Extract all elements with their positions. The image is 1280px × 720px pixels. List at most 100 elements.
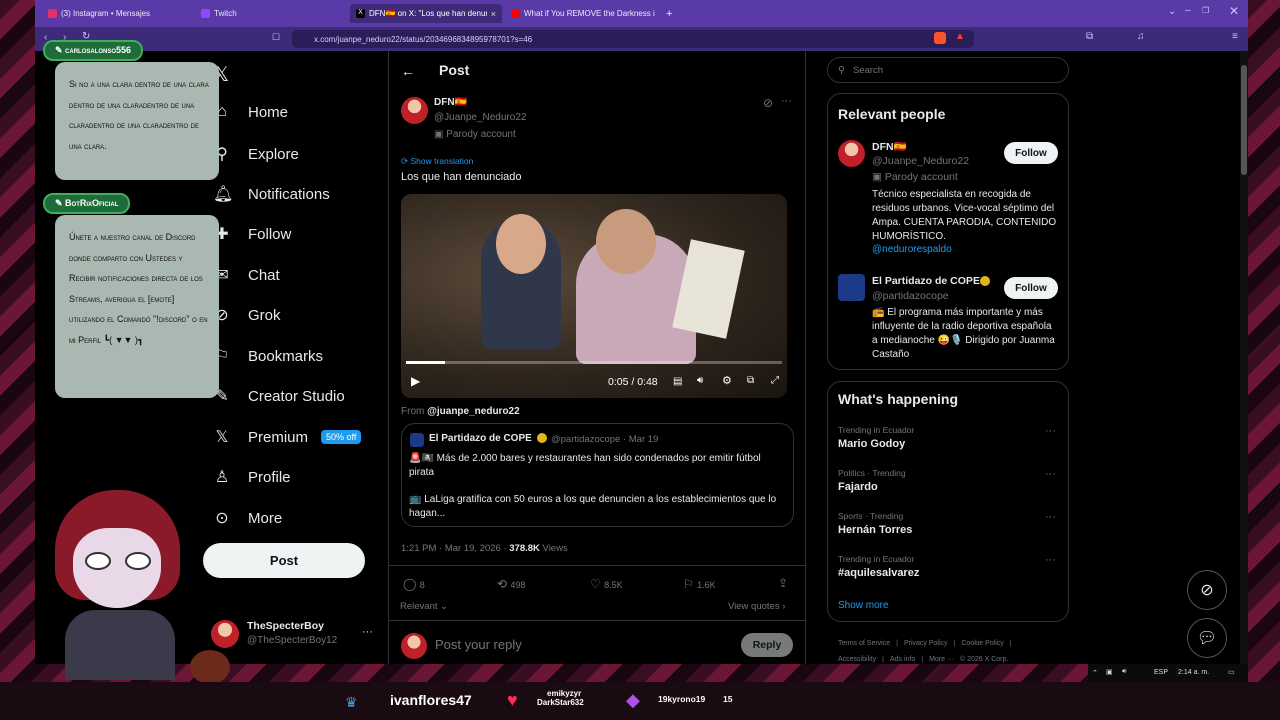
follow-button[interactable]: Follow bbox=[1004, 277, 1058, 299]
chat-username: ✎ BotRixOficial bbox=[43, 193, 131, 214]
person-avatar[interactable] bbox=[838, 274, 865, 301]
author-avatar[interactable] bbox=[401, 97, 428, 124]
parody-icon: ▣ bbox=[872, 171, 885, 183]
chat-float-icon[interactable]: 💬︎ bbox=[1187, 618, 1227, 658]
pip-icon[interactable]: ⧉ bbox=[747, 375, 754, 386]
show-translation-link[interactable]: Show translation bbox=[410, 156, 473, 166]
follow-button[interactable]: Follow bbox=[1004, 142, 1058, 164]
person-avatar[interactable] bbox=[838, 140, 865, 167]
author-name[interactable]: DFN🇪🇸 bbox=[434, 97, 467, 108]
nav-bookmarks[interactable]: ⚐ Bookmarks bbox=[213, 346, 323, 366]
grok-float-icon[interactable]: ⊘ bbox=[1187, 570, 1227, 610]
back-arrow-icon[interactable]: ← bbox=[401, 63, 415, 79]
trend-item[interactable]: Fajardo bbox=[838, 481, 878, 493]
chevron-right-icon: › bbox=[779, 601, 786, 612]
nav-grok[interactable]: ⊘ Grok bbox=[213, 305, 280, 325]
minimize-icon[interactable]: – bbox=[1185, 5, 1191, 16]
network-icon[interactable]: ▣ bbox=[1106, 668, 1113, 676]
captions-icon[interactable]: ▤ bbox=[673, 376, 682, 387]
reply-action[interactable]: ◯ 8 bbox=[403, 577, 425, 591]
share-icon[interactable]: ⇪ bbox=[778, 576, 788, 590]
person-handle: @partidazocope bbox=[872, 290, 949, 302]
privacy-link[interactable]: Privacy Policy bbox=[904, 640, 948, 647]
tab-twitch[interactable]: Twitch bbox=[195, 4, 345, 23]
ads-info-link[interactable]: Ads info bbox=[890, 656, 915, 663]
avatar[interactable] bbox=[211, 620, 239, 648]
account-menu-icon[interactable]: ··· bbox=[362, 626, 373, 638]
like-action[interactable]: ♡ 8.5K bbox=[590, 577, 623, 591]
trend-item[interactable]: Mario Godoy bbox=[838, 438, 905, 450]
video-progress-track[interactable] bbox=[406, 361, 782, 364]
nav-more[interactable]: ⊙ More bbox=[213, 508, 282, 528]
trend-more-icon[interactable]: ··· bbox=[1045, 468, 1056, 480]
volume-icon[interactable]: 🔊︎ bbox=[697, 375, 703, 386]
tab-youtube[interactable]: What if You REMOVE the Darkness in bbox=[505, 4, 655, 23]
close-tab-icon[interactable]: × bbox=[491, 9, 496, 19]
rewards-icon[interactable]: ▲ bbox=[955, 31, 965, 42]
post-button[interactable]: Post bbox=[203, 543, 365, 578]
video-player[interactable]: ▶ 0:05 / 0:48 ▤ 🔊︎ ⚙ ⧉ ⤢ bbox=[401, 194, 787, 398]
volume-icon[interactable]: 🔊︎ bbox=[1122, 668, 1126, 676]
bookmark-action[interactable]: ⚐ 1.6K bbox=[683, 577, 716, 591]
person-name[interactable]: El Partidazo de COPE bbox=[872, 275, 980, 287]
tab-instagram[interactable]: (3) Instagram • Mensajes bbox=[42, 4, 192, 23]
nav-notifications[interactable]: 🔔︎ Notifications bbox=[213, 184, 330, 204]
settings-icon[interactable]: ⚙ bbox=[722, 374, 732, 387]
music-icon[interactable]: ♫ bbox=[1137, 31, 1145, 42]
repost-action[interactable]: ⟲ 498 bbox=[497, 577, 525, 591]
search-icon: ⚲ bbox=[838, 64, 845, 76]
accessibility-link[interactable]: Accessibility bbox=[838, 656, 876, 663]
url-field[interactable]: x.com/juanpe_neduro22/status/20346968348… bbox=[292, 30, 974, 48]
show-more-link[interactable]: Show more bbox=[838, 600, 889, 611]
nav-premium[interactable]: 𝕏 Premium 50% off bbox=[213, 427, 362, 447]
brave-shield-icon[interactable] bbox=[934, 32, 946, 44]
terms-link[interactable]: Terms of Service bbox=[838, 640, 890, 647]
view-quotes-link[interactable]: View quotes › bbox=[728, 601, 785, 612]
close-window-icon[interactable]: ✕ bbox=[1229, 4, 1239, 18]
trend-context: Sports · Trending bbox=[838, 511, 904, 521]
trend-more-icon[interactable]: ··· bbox=[1045, 511, 1056, 523]
fullscreen-icon[interactable]: ⤢ bbox=[771, 375, 779, 386]
tray-chevron-icon[interactable]: ⌃ bbox=[1092, 669, 1098, 677]
trend-more-icon[interactable]: ··· bbox=[1045, 425, 1056, 437]
grok-post-icon[interactable]: ⊘ bbox=[763, 96, 773, 110]
nav-profile[interactable]: ♙ Profile bbox=[213, 467, 291, 487]
menu-icon[interactable]: ≡ bbox=[1232, 31, 1238, 42]
bio-link[interactable]: @nedurorespaldo bbox=[872, 244, 952, 255]
new-tab-button[interactable]: + bbox=[660, 4, 680, 23]
person-name[interactable]: DFN🇪🇸 bbox=[872, 140, 907, 153]
tab-x-post[interactable]: X DFN🇪🇸 on X: "Los que han denun × bbox=[350, 4, 502, 23]
extensions-icon[interactable]: ⧉ bbox=[1086, 31, 1093, 42]
bookmark-icon: ⚐ bbox=[683, 577, 698, 591]
notification-icon[interactable]: ▭ bbox=[1228, 668, 1235, 676]
nav-creator-studio[interactable]: ✎ Creator Studio bbox=[213, 386, 344, 406]
reply-button[interactable]: Reply bbox=[741, 633, 793, 657]
sort-dropdown[interactable]: Relevant ⌄ bbox=[400, 601, 448, 612]
trend-item[interactable]: #aquilesalvarez bbox=[838, 567, 919, 579]
clock[interactable]: 2:14 a. m. bbox=[1178, 669, 1209, 676]
play-icon[interactable]: ▶ bbox=[411, 374, 420, 388]
more-options-icon[interactable]: ··· bbox=[781, 95, 792, 107]
chevron-down-icon[interactable]: ⌄ bbox=[1168, 6, 1176, 17]
view-quotes-label: View quotes bbox=[728, 601, 780, 612]
nav-explore[interactable]: ⚲ Explore bbox=[213, 144, 299, 164]
nav-home[interactable]: ⌂ Home bbox=[213, 103, 288, 121]
nav-follow[interactable]: ✚ Follow bbox=[213, 224, 291, 244]
author-handle[interactable]: @Juanpe_Neduro22 bbox=[434, 112, 526, 123]
trend-item[interactable]: Hernán Torres bbox=[838, 524, 912, 536]
cookie-link[interactable]: Cookie Policy bbox=[961, 640, 1003, 647]
trend-more-icon[interactable]: ··· bbox=[1045, 554, 1056, 566]
reply-input[interactable]: Post your reply bbox=[435, 637, 522, 652]
scrollbar[interactable] bbox=[1240, 51, 1248, 664]
video-face-left bbox=[496, 214, 546, 274]
scrollbar-thumb[interactable] bbox=[1241, 65, 1247, 175]
nav-chat[interactable]: ✉ Chat bbox=[213, 265, 279, 285]
maximize-icon[interactable]: ❐ bbox=[1202, 6, 1209, 15]
bookmark-page-icon[interactable]: ☐ bbox=[272, 32, 280, 43]
views-count: 378.8K bbox=[509, 543, 540, 554]
from-handle[interactable]: @juanpe_neduro22 bbox=[427, 406, 520, 417]
footer-more-link[interactable]: More ··· bbox=[929, 656, 954, 663]
language-indicator[interactable]: ESP bbox=[1154, 669, 1168, 676]
chat-user-text: carlosalonso556 bbox=[65, 45, 132, 55]
search-input[interactable]: ⚲ Search bbox=[827, 57, 1069, 83]
